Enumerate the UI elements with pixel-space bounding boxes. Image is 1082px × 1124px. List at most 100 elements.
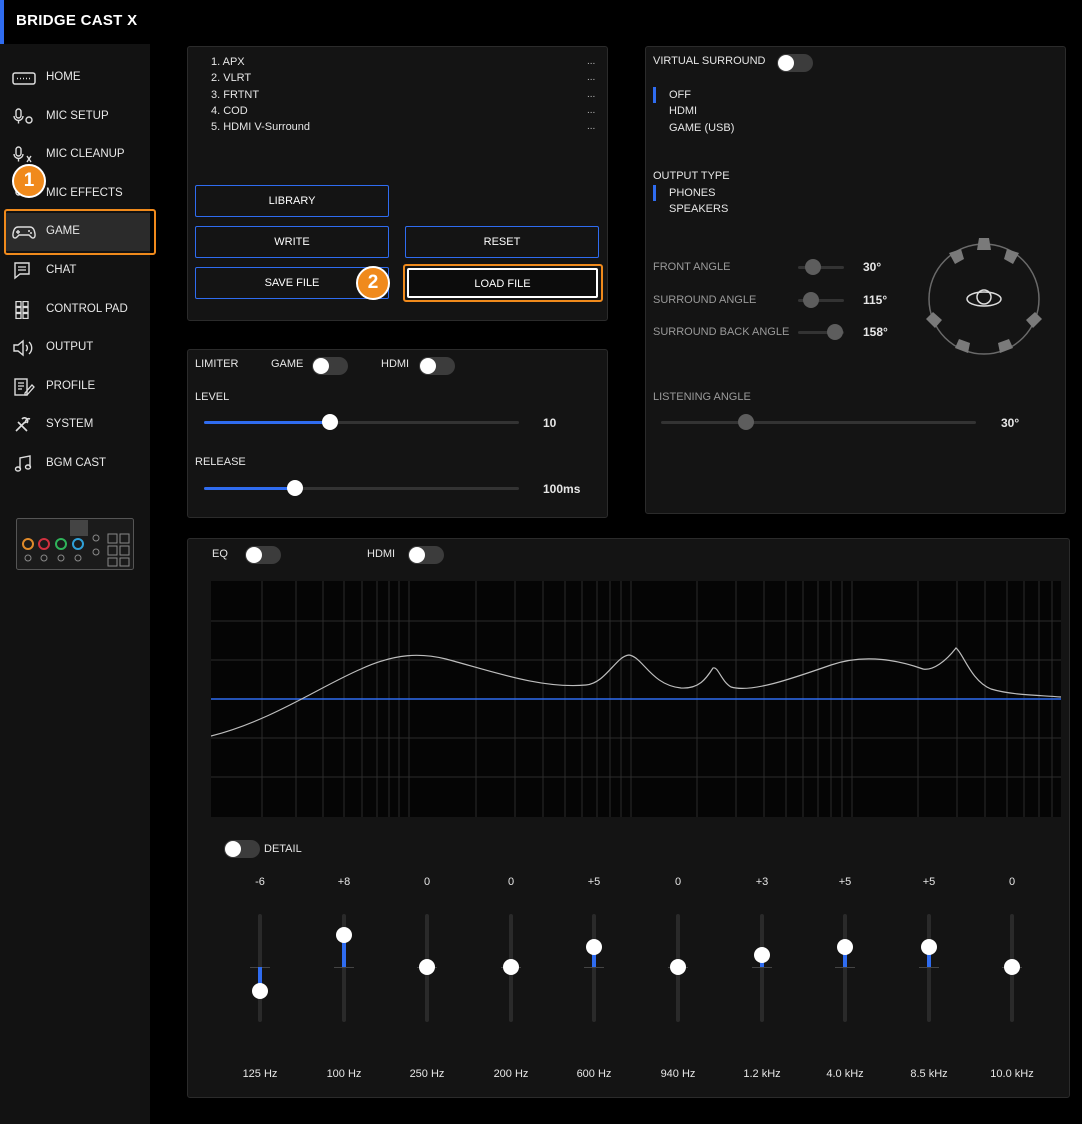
limiter-hdmi-toggle[interactable] (419, 357, 455, 375)
eq-band-0[interactable]: -6 125 Hz (230, 876, 290, 1086)
library-item-menu[interactable]: ... (587, 105, 595, 116)
eq-band-track[interactable] (843, 914, 847, 1022)
mode-option-hdmi[interactable]: HDMI (669, 105, 697, 117)
output-option-phones[interactable]: PHONES (669, 187, 715, 199)
eq-band-frequency: 10.0 kHz (990, 1068, 1034, 1080)
load-file-highlight-frame (403, 264, 603, 302)
sidebar-item-label: PROFILE (46, 380, 96, 392)
grid-icon (15, 301, 29, 319)
listening-angle-value: 30° (1001, 416, 1020, 430)
sidebar: HOME MIC SETUP MIC CLEANUP MIC EFFECTS G… (0, 44, 150, 1124)
sidebar-item-label: OUTPUT (46, 341, 94, 353)
detail-toggle[interactable] (224, 840, 260, 858)
sidebar-item-control-pad[interactable]: CONTROL PAD (4, 291, 150, 329)
surround-angle-knob[interactable] (803, 292, 819, 308)
eq-band-zero-tick (919, 967, 939, 968)
sidebar-item-home[interactable]: HOME (4, 59, 150, 97)
title-accent-bar (0, 0, 4, 44)
surround-angle-value: 115° (863, 293, 888, 307)
detail-label: DETAIL (264, 843, 302, 855)
eq-band-7[interactable]: +5 4.0 kHz (815, 876, 875, 1086)
eq-band-gain: +5 (587, 876, 601, 888)
write-button[interactable]: WRITE (195, 226, 389, 258)
release-slider-fill (204, 487, 296, 490)
game-highlight-frame (4, 209, 156, 255)
eq-band-frequency: 600 Hz (576, 1068, 612, 1080)
sidebar-item-label: SYSTEM (46, 418, 94, 430)
library-item-menu[interactable]: ... (587, 121, 595, 132)
limiter-game-toggle[interactable] (312, 357, 348, 375)
eq-band-knob[interactable] (921, 939, 937, 955)
listening-angle-slider[interactable] (661, 421, 976, 424)
sidebar-item-chat[interactable]: CHAT (4, 252, 150, 290)
library-item[interactable]: 4. COD (211, 105, 248, 117)
library-item[interactable]: 2. VLRT (211, 72, 251, 84)
eq-band-zero-tick (334, 967, 354, 968)
eq-band-frequency: 125 Hz (242, 1068, 278, 1080)
sidebar-item-system[interactable]: SYSTEM (4, 406, 150, 444)
sidebar-item-bgm-cast[interactable]: BGM CAST (4, 445, 150, 483)
virtual-surround-toggle[interactable] (777, 54, 813, 72)
surround-back-angle-knob[interactable] (827, 324, 843, 340)
eq-band-4[interactable]: +5 600 Hz (564, 876, 624, 1086)
eq-band-1[interactable]: +8 100 Hz (314, 876, 374, 1086)
eq-band-track[interactable] (592, 914, 596, 1022)
sidebar-item-label: HOME (46, 71, 81, 83)
sidebar-item-profile[interactable]: PROFILE (4, 368, 150, 406)
level-slider-knob[interactable] (322, 414, 338, 430)
library-item-menu[interactable]: ... (587, 56, 595, 67)
eq-toggle[interactable] (245, 546, 281, 564)
eq-hdmi-toggle[interactable] (408, 546, 444, 564)
eq-band-8[interactable]: +5 8.5 kHz (899, 876, 959, 1086)
eq-band-gain: +3 (755, 876, 769, 888)
mic-cleanup-icon (13, 146, 32, 163)
library-item[interactable]: 1. APX (211, 56, 245, 68)
eq-band-track[interactable] (927, 914, 931, 1022)
eq-band-gain: 0 (507, 876, 515, 888)
profile-icon (14, 378, 35, 396)
eq-band-knob[interactable] (252, 983, 268, 999)
eq-band-knob[interactable] (503, 959, 519, 975)
eq-band-frequency: 200 Hz (493, 1068, 529, 1080)
eq-band-6[interactable]: +3 1.2 kHz (732, 876, 792, 1086)
tools-icon (15, 417, 31, 432)
eq-band-track[interactable] (760, 914, 764, 1022)
sidebar-item-label: MIC EFFECTS (46, 187, 123, 199)
reset-button[interactable]: RESET (405, 226, 599, 258)
mode-option-off[interactable]: OFF (669, 89, 691, 101)
front-angle-knob[interactable] (805, 259, 821, 275)
library-button[interactable]: LIBRARY (195, 185, 389, 217)
sidebar-item-label: CHAT (46, 264, 77, 276)
release-label: RELEASE (195, 456, 246, 468)
eq-band-knob[interactable] (670, 959, 686, 975)
listening-angle-knob[interactable] (738, 414, 754, 430)
output-option-speakers[interactable]: SPEAKERS (669, 203, 728, 215)
output-selection-indicator (653, 185, 656, 201)
eq-band-9[interactable]: 0 10.0 kHz (982, 876, 1042, 1086)
eq-band-knob[interactable] (419, 959, 435, 975)
eq-band-knob[interactable] (586, 939, 602, 955)
eq-band-knob[interactable] (336, 927, 352, 943)
music-icon (14, 455, 32, 472)
library-item[interactable]: 5. HDMI V-Surround (211, 121, 310, 133)
eq-band-knob[interactable] (1004, 959, 1020, 975)
library-item-menu[interactable]: ... (587, 89, 595, 100)
sidebar-item-mic-setup[interactable]: MIC SETUP (4, 98, 150, 136)
mode-option-game-usb[interactable]: GAME (USB) (669, 122, 734, 134)
library-item[interactable]: 3. FRTNT (211, 89, 259, 101)
eq-band-2[interactable]: 0 250 Hz (397, 876, 457, 1086)
eq-band-3[interactable]: 0 200 Hz (481, 876, 541, 1086)
sidebar-item-output[interactable]: OUTPUT (4, 329, 150, 367)
eq-band-knob[interactable] (837, 939, 853, 955)
eq-band-5[interactable]: 0 940 Hz (648, 876, 708, 1086)
eq-band-zero-tick (584, 967, 604, 968)
eq-band-frequency: 4.0 kHz (826, 1068, 864, 1080)
level-value: 10 (543, 416, 557, 430)
eq-band-frequency: 1.2 kHz (743, 1068, 781, 1080)
device-thumbnail[interactable] (16, 518, 134, 570)
sidebar-item-label: MIC SETUP (46, 110, 109, 122)
library-item-menu[interactable]: ... (587, 72, 595, 83)
eq-response-graph[interactable] (211, 581, 1061, 817)
sidebar-item-label: BGM CAST (46, 457, 107, 469)
eq-band-knob[interactable] (754, 947, 770, 963)
